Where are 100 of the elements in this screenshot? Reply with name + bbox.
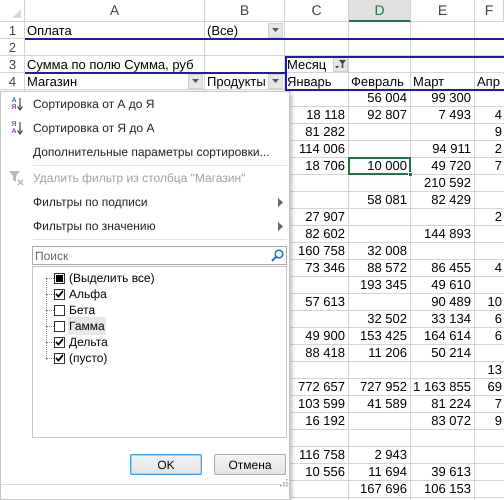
cell-value: 11 694 bbox=[368, 463, 408, 482]
cell-value: 4 bbox=[494, 106, 503, 124]
cell-value: 7 493 bbox=[438, 106, 472, 124]
checkbox[interactable] bbox=[54, 320, 65, 332]
cell-value: 4 bbox=[494, 259, 503, 278]
menu-item[interactable]: Фильтры по подписи bbox=[1, 190, 289, 214]
cell-text: Сумма по полю Сумма, руб bbox=[26, 56, 194, 72]
cell-value: 210 592 bbox=[424, 174, 472, 192]
cell-value: 82 602 bbox=[305, 225, 346, 244]
filter-icon bbox=[335, 60, 346, 68]
cell-text: Продукты bbox=[206, 74, 266, 88]
list-item-label[interactable]: Бета bbox=[68, 301, 96, 319]
cell-value: 32 502 bbox=[367, 310, 408, 328]
cell-value: 81 224 bbox=[431, 395, 472, 414]
cell-value: 92 807 bbox=[367, 106, 408, 124]
cell-value: 167 696 bbox=[360, 480, 408, 498]
checkbox[interactable] bbox=[54, 272, 65, 284]
column-header[interactable]: A bbox=[25, 0, 205, 22]
cell-value: 57 613 bbox=[305, 293, 346, 312]
checkbox[interactable] bbox=[54, 352, 65, 364]
row-number[interactable]: 3 bbox=[8, 54, 16, 74]
cell-value: 160 758 bbox=[298, 242, 346, 260]
cell-value: 193 345 bbox=[360, 276, 408, 294]
cell-value: 103 599 bbox=[298, 395, 346, 414]
cell-value: 10 bbox=[488, 293, 503, 312]
cell-value: 10 000 bbox=[367, 157, 408, 176]
menu-item[interactable]: Фильтры по значению bbox=[1, 214, 289, 240]
cell-value: 69 bbox=[488, 378, 503, 396]
dialog-button[interactable]: Отмена bbox=[214, 454, 286, 475]
cell-value: 6 bbox=[494, 327, 503, 346]
cell-value: 18 118 bbox=[306, 106, 346, 124]
list-item-label[interactable]: Дельта bbox=[68, 333, 109, 351]
cell-value: 41 589 bbox=[367, 395, 408, 414]
cell-value: 83 072 bbox=[431, 412, 472, 430]
dropdown-button[interactable] bbox=[188, 74, 203, 88]
cell-value: 81 282 bbox=[305, 123, 346, 142]
cell-value: 82 429 bbox=[431, 191, 472, 210]
cell-text: Февраль bbox=[350, 74, 404, 88]
search-field[interactable]: Поиск bbox=[32, 246, 287, 265]
cell-value: 6 bbox=[494, 310, 503, 328]
cell-value: 99 300 bbox=[431, 89, 472, 108]
cell-value: 49 720 bbox=[431, 157, 472, 176]
cell-value: 90 489 bbox=[431, 293, 472, 312]
checkbox[interactable] bbox=[54, 288, 65, 300]
dropdown-button[interactable] bbox=[268, 74, 283, 88]
cell-text: Март bbox=[412, 74, 444, 88]
resize-grip-icon[interactable] bbox=[280, 479, 288, 487]
cell-text: Оплата bbox=[26, 22, 72, 38]
column-header[interactable]: F bbox=[475, 0, 504, 22]
cell-value: 88 418 bbox=[305, 344, 346, 362]
cell-value: 153 425 bbox=[360, 327, 408, 346]
row-number[interactable]: 2 bbox=[8, 38, 16, 58]
cell-text: Апр bbox=[476, 74, 500, 88]
clear-filter-icon bbox=[9, 170, 25, 186]
cell-value: 727 952 bbox=[360, 378, 408, 396]
cell-text: Январь bbox=[286, 74, 332, 88]
checkbox[interactable] bbox=[54, 304, 65, 316]
cell-value: 50 214 bbox=[431, 344, 472, 362]
cell-value: 58 081 bbox=[367, 191, 408, 210]
menu-item[interactable]: Дополнительные параметры сортировки... bbox=[1, 140, 289, 166]
list-item-label[interactable]: (Выделить все) bbox=[68, 269, 156, 287]
cell-value: 144 893 bbox=[424, 225, 472, 244]
cell-value: 49 610 bbox=[431, 276, 472, 294]
list-item-label[interactable]: (пусто) bbox=[68, 349, 108, 367]
search-icon bbox=[271, 249, 284, 262]
cell-value: 18 706 bbox=[305, 157, 346, 176]
cell-value: 16 192 bbox=[305, 412, 346, 430]
cell-value: 86 455 bbox=[431, 259, 472, 278]
cell-value: 33 134 bbox=[431, 310, 472, 328]
cell-value: 88 572 bbox=[367, 259, 408, 278]
row-number[interactable]: 4 bbox=[8, 72, 16, 92]
cell-value: 56 004 bbox=[367, 89, 408, 108]
cell-value: 2 bbox=[494, 208, 503, 226]
cell-value: 32 008 bbox=[367, 242, 408, 260]
cell-value: 772 657 bbox=[298, 378, 346, 396]
submenu-arrow-icon bbox=[278, 198, 283, 206]
cell-text: Магазин bbox=[26, 74, 78, 88]
dropdown-button[interactable] bbox=[268, 22, 283, 38]
cell-value: 10 556 bbox=[305, 463, 346, 482]
cell-value: 7 bbox=[494, 395, 503, 414]
cell-value: 49 900 bbox=[305, 327, 346, 346]
dialog-button[interactable]: OK bbox=[130, 454, 202, 475]
cell-value: 94 911 bbox=[432, 140, 472, 158]
row-number[interactable]: 1 bbox=[8, 20, 16, 40]
cell-value: 11 206 bbox=[368, 344, 408, 362]
cell-value: 39 613 bbox=[431, 463, 472, 482]
cell-value: 9 bbox=[494, 123, 503, 142]
list-item-label[interactable]: Гамма bbox=[68, 317, 106, 335]
list-item-label[interactable]: Альфа bbox=[68, 285, 108, 303]
cell-value: 164 614 bbox=[424, 327, 472, 346]
column-header[interactable]: E bbox=[411, 0, 475, 22]
column-header[interactable]: D bbox=[349, 0, 411, 22]
caret-icon bbox=[272, 79, 279, 83]
submenu-arrow-icon bbox=[278, 222, 283, 230]
column-header[interactable]: B bbox=[205, 0, 285, 22]
cell-text: (Все) bbox=[206, 22, 238, 38]
cell-value: 114 006 bbox=[298, 140, 346, 158]
caret-icon bbox=[192, 79, 199, 83]
cell-value: 2 bbox=[494, 140, 503, 158]
checkbox[interactable] bbox=[54, 336, 65, 348]
